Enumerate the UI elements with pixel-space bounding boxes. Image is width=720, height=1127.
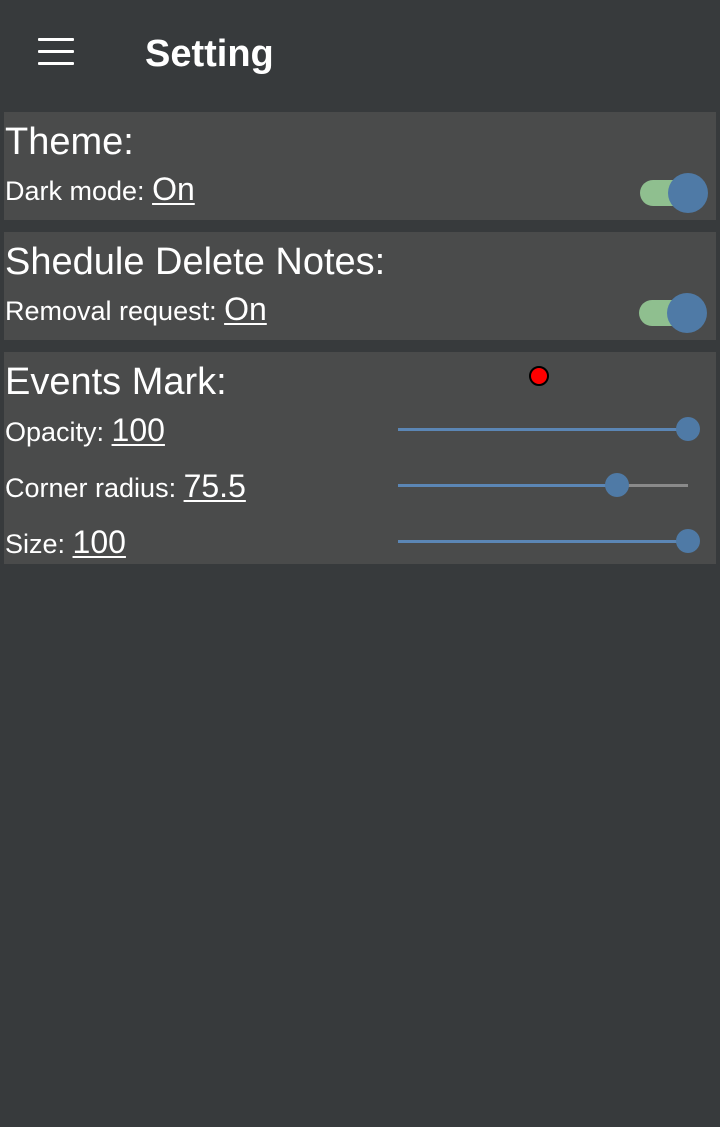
schedule-delete-card: Shedule Delete Notes: Removal request: O… <box>4 232 716 340</box>
dark-mode-toggle[interactable] <box>640 173 708 213</box>
opacity-row: Opacity: 100 <box>5 413 165 449</box>
opacity-slider[interactable] <box>398 416 702 442</box>
slider-fill <box>398 484 617 487</box>
removal-request-label: Removal request: <box>5 296 225 326</box>
size-row: Size: 100 <box>5 525 126 561</box>
dark-mode-row: Dark mode: On <box>5 172 195 208</box>
corner-radius-row: Corner radius: 75.5 <box>5 469 246 505</box>
dark-mode-value[interactable]: On <box>152 171 195 207</box>
hamburger-menu-icon[interactable] <box>26 26 86 78</box>
opacity-label: Opacity: <box>5 417 112 447</box>
slider-knob[interactable] <box>605 473 629 497</box>
theme-card: Theme: Dark mode: On <box>4 112 716 220</box>
corner-radius-value[interactable]: 75.5 <box>184 468 246 504</box>
corner-radius-slider[interactable] <box>398 472 702 498</box>
slider-fill <box>398 428 688 431</box>
events-mark-title: Events Mark: <box>5 361 227 403</box>
removal-request-value[interactable]: On <box>224 291 267 327</box>
slider-fill <box>398 540 688 543</box>
corner-radius-label: Corner radius: <box>5 473 184 503</box>
removal-request-toggle[interactable] <box>639 293 707 333</box>
theme-title: Theme: <box>5 121 134 163</box>
slider-knob[interactable] <box>676 417 700 441</box>
slider-knob[interactable] <box>676 529 700 553</box>
size-slider[interactable] <box>398 528 702 554</box>
events-mark-card: Events Mark: Opacity: 100 Corner radius:… <box>4 352 716 564</box>
event-mark-preview-dot <box>529 366 549 386</box>
schedule-delete-title: Shedule Delete Notes: <box>5 241 386 283</box>
removal-request-row: Removal request: On <box>5 292 267 328</box>
page-title: Setting <box>145 33 274 75</box>
app-bar: Setting <box>0 0 720 110</box>
toggle-thumb <box>668 173 708 213</box>
toggle-thumb <box>667 293 707 333</box>
dark-mode-label: Dark mode: <box>5 176 153 206</box>
opacity-value[interactable]: 100 <box>112 412 165 448</box>
size-label: Size: <box>5 529 73 559</box>
size-value[interactable]: 100 <box>73 524 126 560</box>
